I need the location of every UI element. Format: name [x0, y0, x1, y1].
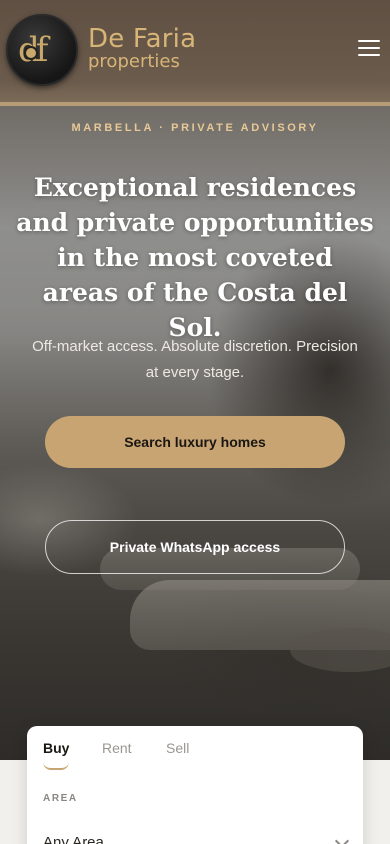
- hamburger-icon[interactable]: [358, 40, 380, 58]
- menu-line: [358, 54, 380, 56]
- hero-section: MARBELLA · PRIVATE ADVISORY Exceptional …: [0, 0, 390, 760]
- tab-rent[interactable]: Rent: [102, 740, 132, 756]
- menu-line: [358, 40, 380, 42]
- brand-name[interactable]: De Faria: [88, 24, 196, 54]
- brand-subtitle[interactable]: properties: [88, 51, 180, 72]
- search-luxury-homes-button[interactable]: Search luxury homes: [45, 416, 345, 468]
- tab-active-indicator: [43, 762, 69, 770]
- hero-eyebrow: MARBELLA · PRIVATE ADVISORY: [71, 122, 319, 134]
- logo[interactable]: df: [6, 14, 78, 86]
- tab-sell[interactable]: Sell: [166, 740, 189, 756]
- area-field-label: AREA: [43, 793, 78, 804]
- hero-headline: Exceptional residences and private oppor…: [16, 173, 374, 342]
- hero-subtext: Off-market access. Absolute discretion. …: [32, 338, 358, 381]
- property-search-card: Buy Rent Sell AREA Any Area: [27, 726, 363, 844]
- logo-dot-icon: [24, 46, 38, 60]
- whatsapp-access-button[interactable]: Private WhatsApp access: [45, 520, 345, 574]
- chevron-down-icon[interactable]: [334, 833, 350, 844]
- menu-line: [358, 47, 380, 49]
- site-header: df De Faria properties: [0, 0, 390, 106]
- tab-buy[interactable]: Buy: [43, 740, 69, 756]
- area-select[interactable]: Any Area: [43, 834, 104, 844]
